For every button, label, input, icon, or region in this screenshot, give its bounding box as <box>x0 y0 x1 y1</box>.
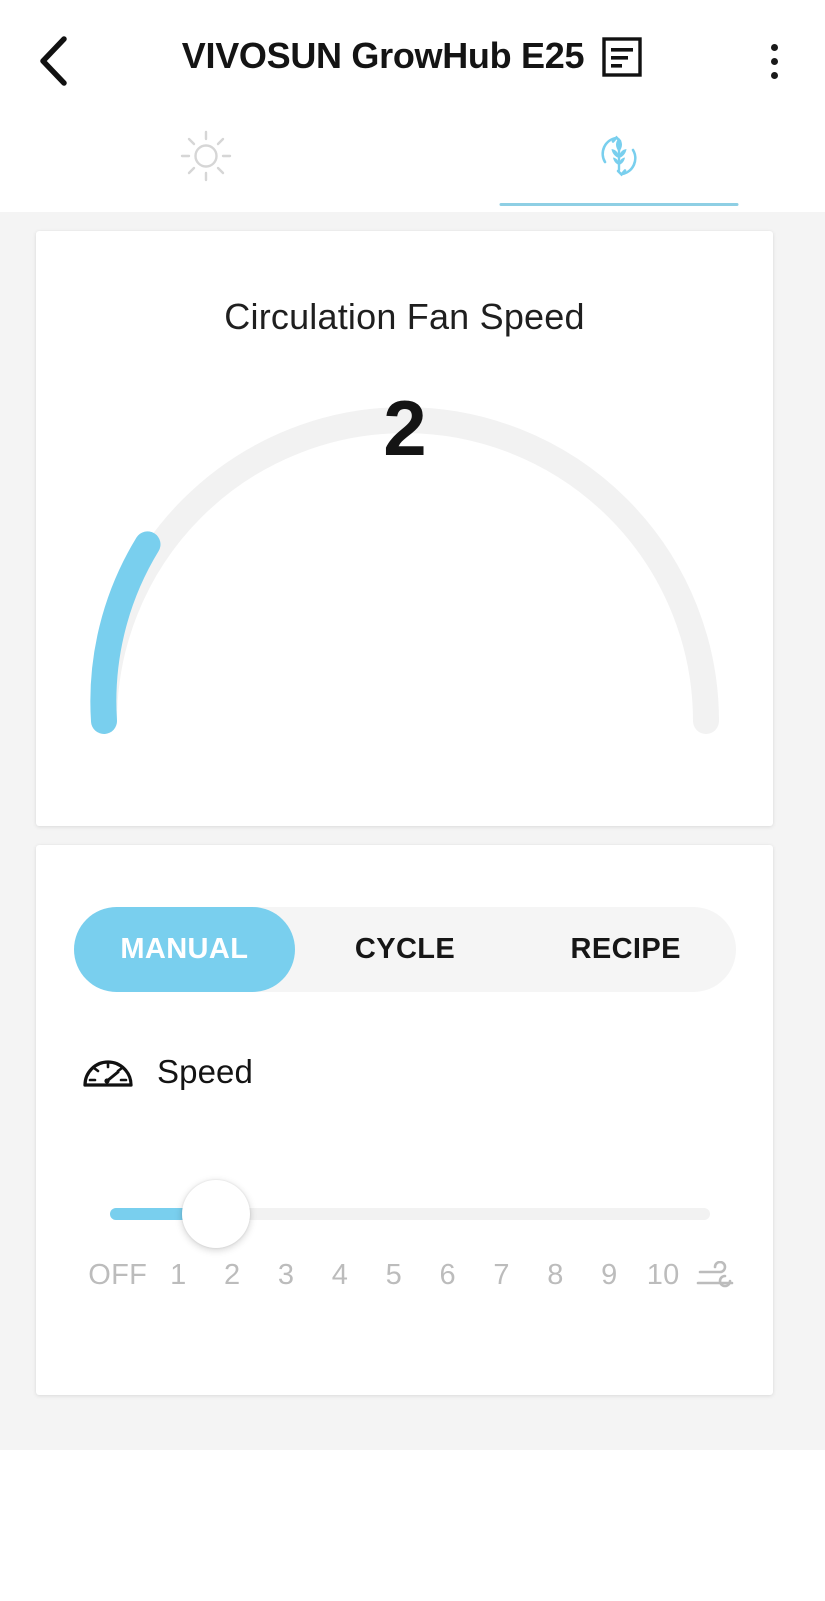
page-body: Circulation Fan Speed 2 MANUAL CYCLE REC… <box>0 212 825 1450</box>
tick-10[interactable]: 10 <box>636 1259 690 1292</box>
tab-circulation[interactable] <box>413 112 825 212</box>
app-header: VIVOSUN GrowHub E25 <box>0 0 825 112</box>
tick-9[interactable]: 9 <box>582 1259 636 1292</box>
leaf-recycle-icon <box>601 135 637 177</box>
gauge-card-title: Circulation Fan Speed <box>224 296 585 337</box>
speed-slider-ticks: OFF 1 2 3 4 5 6 7 8 9 10 <box>84 1259 744 1292</box>
sun-icon <box>181 130 232 182</box>
fan-control-card: MANUAL CYCLE RECIPE Speed OFF 1 2 3 4 5 … <box>36 845 773 1395</box>
active-tab-indicator <box>499 203 739 206</box>
tick-1[interactable]: 1 <box>151 1259 205 1292</box>
tick-6[interactable]: 6 <box>421 1259 475 1292</box>
page-title: VIVOSUN GrowHub E25 <box>181 35 585 76</box>
tick-max-wind <box>690 1260 744 1291</box>
tick-5[interactable]: 5 <box>367 1259 421 1292</box>
tick-2[interactable]: 2 <box>205 1259 259 1292</box>
tab-bar <box>0 112 825 212</box>
tab-light[interactable] <box>0 112 413 212</box>
speed-setting-row: Speed <box>81 1045 253 1099</box>
document-list-icon[interactable] <box>601 36 643 78</box>
fan-speed-gauge-card: Circulation Fan Speed 2 <box>36 231 773 826</box>
document-list-glyph <box>602 37 642 77</box>
kebab-dot-3 <box>770 71 778 79</box>
tick-3[interactable]: 3 <box>259 1259 313 1292</box>
chevron-left-icon <box>40 36 67 86</box>
speed-label: Speed <box>157 1053 253 1090</box>
overflow-menu-button[interactable] <box>749 36 799 86</box>
tick-7[interactable]: 7 <box>475 1259 529 1292</box>
wind-icon <box>696 1260 734 1287</box>
kebab-dot-2 <box>770 57 778 65</box>
mode-tab-cycle[interactable]: CYCLE <box>295 907 516 992</box>
speed-slider-thumb[interactable] <box>182 1180 250 1248</box>
header-title-group: VIVOSUN GrowHub E25 <box>0 0 825 112</box>
mode-tab-recipe[interactable]: RECIPE <box>515 907 736 992</box>
speed-slider-area: OFF 1 2 3 4 5 6 7 8 9 10 <box>36 1175 773 1365</box>
mode-segmented-control: MANUAL CYCLE RECIPE <box>74 907 736 992</box>
speedometer-icon <box>83 1060 133 1087</box>
back-button[interactable] <box>26 34 80 88</box>
kebab-menu-icon <box>770 43 778 51</box>
app-root: VIVOSUN GrowHub E25 Circulation Fan Spee… <box>0 0 825 1601</box>
tick-8[interactable]: 8 <box>528 1259 582 1292</box>
tick-4[interactable]: 4 <box>313 1259 367 1292</box>
mode-tab-manual[interactable]: MANUAL <box>74 907 295 992</box>
tick-off[interactable]: OFF <box>84 1259 151 1292</box>
gauge-value-text: 2 <box>383 384 426 472</box>
